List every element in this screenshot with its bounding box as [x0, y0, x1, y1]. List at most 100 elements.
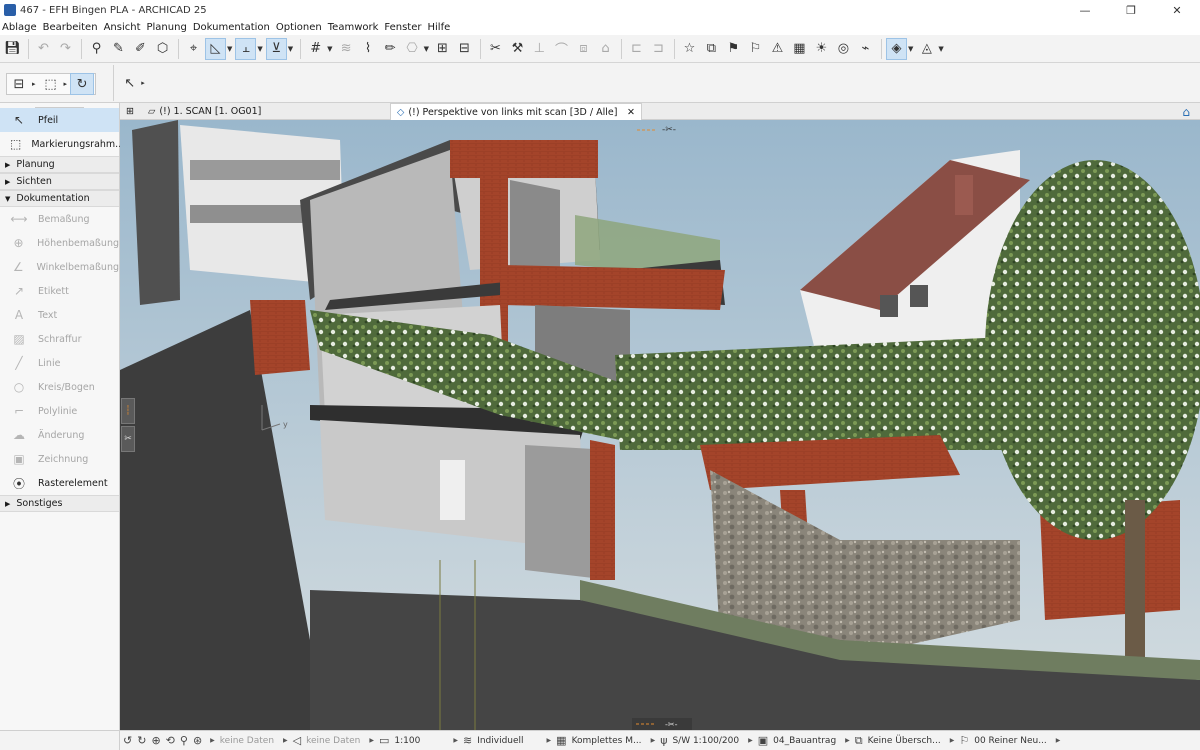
- tool-schraffur[interactable]: ▨ Schraffur: [0, 327, 119, 351]
- tool-text[interactable]: A Text: [0, 303, 119, 327]
- intersect-icon[interactable]: ⊥: [529, 38, 550, 60]
- palette-icon[interactable]: ◎: [833, 38, 854, 60]
- chevron-down-icon[interactable]: ▼: [908, 45, 913, 53]
- chevron-down-icon[interactable]: ▼: [257, 45, 262, 53]
- tab-plan[interactable]: ▱ (!) 1. SCAN [1. OG01]: [142, 103, 267, 120]
- menu-planung[interactable]: Planung: [147, 22, 187, 33]
- align-icon[interactable]: ⊐: [648, 38, 669, 60]
- gravity-icon[interactable]: ⊻: [265, 37, 287, 60]
- stair-mode-icon[interactable]: ⊟: [7, 73, 31, 95]
- chevron-right-icon[interactable]: ▶: [1056, 737, 1061, 744]
- chevron-right-icon[interactable]: ▶: [950, 737, 955, 744]
- lock-icon[interactable]: ⎔: [402, 38, 423, 60]
- offset-icon[interactable]: ⧈: [573, 38, 594, 60]
- chevron-right-icon[interactable]: ▶: [748, 737, 753, 744]
- trace-icon[interactable]: ⌇: [358, 38, 379, 60]
- marquee-mode-icon[interactable]: ⬚: [39, 73, 63, 95]
- menu-bearbeiten[interactable]: Bearbeiten: [43, 22, 98, 33]
- tool-etikett[interactable]: ↗ Etikett: [0, 279, 119, 303]
- tool-hoehenbemassung[interactable]: ⊕ Höhenbemaßung: [0, 231, 119, 255]
- graphic-override-icon[interactable]: ⧉: [855, 734, 863, 748]
- tool-zeichnung[interactable]: ▣ Zeichnung: [0, 447, 119, 471]
- menu-ansicht[interactable]: Ansicht: [104, 22, 141, 33]
- tool-linie[interactable]: ╱ Linie: [0, 351, 119, 375]
- tool-winkelbemassung[interactable]: ∠ Winkelbemaßung: [0, 255, 119, 279]
- view-cone-icon[interactable]: ◁: [293, 734, 301, 747]
- redo-view-icon[interactable]: ↻: [137, 734, 146, 747]
- layers-icon[interactable]: ≋: [336, 38, 357, 60]
- maximize-button[interactable]: ❐: [1108, 0, 1154, 20]
- markup-icon[interactable]: ⚐: [745, 38, 766, 60]
- find-select-icon[interactable]: ⚲: [86, 38, 107, 60]
- chevron-right-icon[interactable]: ▶: [369, 737, 374, 744]
- image-icon[interactable]: ▦: [789, 38, 810, 60]
- favorites-star-icon[interactable]: ☆: [679, 38, 700, 60]
- zoom-icon[interactable]: ⊛: [193, 734, 202, 747]
- tool-pfeil[interactable]: ↖ Pfeil: [0, 108, 119, 132]
- rotate-mode-icon[interactable]: ↻: [70, 73, 95, 95]
- tool-polylinie[interactable]: ⌐ Polylinie: [0, 399, 119, 423]
- section-sonstiges[interactable]: ▶ Sonstiges: [0, 495, 119, 512]
- chevron-right-icon[interactable]: ▶: [283, 737, 288, 744]
- model-view-options[interactable]: Komplettes M...: [572, 736, 642, 746]
- redo-icon[interactable]: ↷: [55, 38, 76, 60]
- model-view-icon[interactable]: ▦: [556, 734, 566, 747]
- adjust-icon[interactable]: ⚒: [507, 38, 528, 60]
- structure-filter[interactable]: 00 Reiner Neu...: [974, 736, 1047, 746]
- close-tab-icon[interactable]: ✕: [627, 107, 635, 118]
- grid-snap-icon[interactable]: #: [305, 38, 326, 60]
- minimize-button[interactable]: —: [1062, 0, 1108, 20]
- tool-bemassung[interactable]: ⟷ Bemaßung: [0, 207, 119, 231]
- renovation-filter[interactable]: 04_Bauantrag: [773, 736, 836, 746]
- structure-filter-icon[interactable]: ⚐: [959, 734, 969, 747]
- roof-icon[interactable]: ⌂: [595, 38, 616, 60]
- renovation-icon[interactable]: ▣: [758, 734, 768, 747]
- tool-aenderung[interactable]: ☁ Änderung: [0, 423, 119, 447]
- chevron-down-icon[interactable]: ▼: [424, 45, 429, 53]
- graphic-override[interactable]: Keine Übersch...: [868, 736, 941, 746]
- 3d-viewport[interactable]: y -✂- -✂-: [120, 120, 1200, 730]
- elevation-icon[interactable]: ⊟: [454, 38, 475, 60]
- section-planung[interactable]: ▶ Planung: [0, 156, 119, 173]
- chevron-right-icon[interactable]: ▶: [651, 737, 656, 744]
- split-icon[interactable]: ✂: [485, 38, 506, 60]
- chevron-right-icon[interactable]: ▸: [32, 80, 36, 88]
- tool-markierungsrahmen[interactable]: ⬚ Markierungsrahm...: [0, 132, 124, 156]
- chevron-right-icon[interactable]: ▶: [453, 737, 458, 744]
- menu-dokumentation[interactable]: Dokumentation: [193, 22, 270, 33]
- pen-set-icon[interactable]: ψ: [660, 734, 667, 747]
- zoom-in-icon[interactable]: ⊕: [151, 734, 160, 747]
- save-icon[interactable]: 💾︎: [2, 38, 23, 60]
- flag-icon[interactable]: ⚑: [723, 38, 744, 60]
- chevron-right-icon[interactable]: ▸: [141, 79, 145, 87]
- walk-icon[interactable]: ⚲: [180, 734, 188, 747]
- chevron-right-icon[interactable]: ▶: [845, 737, 850, 744]
- tool-kreis-bogen[interactable]: ○ Kreis/Bogen: [0, 375, 119, 399]
- scale-icon[interactable]: ▭: [379, 734, 389, 747]
- tag-icon[interactable]: ⌁: [855, 38, 876, 60]
- chevron-right-icon[interactable]: ▶: [547, 737, 552, 744]
- chevron-right-icon[interactable]: ▸: [64, 80, 68, 88]
- sun-icon[interactable]: ☀: [811, 38, 832, 60]
- menu-teamwork[interactable]: Teamwork: [328, 22, 379, 33]
- pen-set[interactable]: S/W 1:100/200: [672, 736, 739, 746]
- menu-hilfe[interactable]: Hilfe: [428, 22, 451, 33]
- distribute-icon[interactable]: ⊏: [626, 38, 647, 60]
- chevron-down-icon[interactable]: ▼: [938, 45, 943, 53]
- snap-guides-icon[interactable]: ⫠: [235, 37, 257, 60]
- issue-icon[interactable]: ⚠: [767, 38, 788, 60]
- copy-icon[interactable]: ⧉: [701, 38, 722, 60]
- pencil-icon[interactable]: ✏: [380, 38, 401, 60]
- close-window-button[interactable]: ✕: [1154, 0, 1200, 20]
- chevron-right-icon[interactable]: ▶: [210, 737, 215, 744]
- undo-icon[interactable]: ↶: [33, 38, 54, 60]
- scale-value[interactable]: 1:100: [394, 736, 420, 746]
- section-icon[interactable]: ⊞: [432, 38, 453, 60]
- edit-plane-dashed-icon[interactable]: ┆: [121, 398, 135, 424]
- chevron-down-icon[interactable]: ▼: [227, 45, 232, 53]
- chevron-down-icon[interactable]: ▼: [288, 45, 293, 53]
- menu-optionen[interactable]: Optionen: [276, 22, 322, 33]
- layer-combination[interactable]: Individuell: [477, 736, 523, 746]
- layer-icon[interactable]: ≋: [463, 734, 472, 747]
- chevron-down-icon[interactable]: ▼: [327, 45, 332, 53]
